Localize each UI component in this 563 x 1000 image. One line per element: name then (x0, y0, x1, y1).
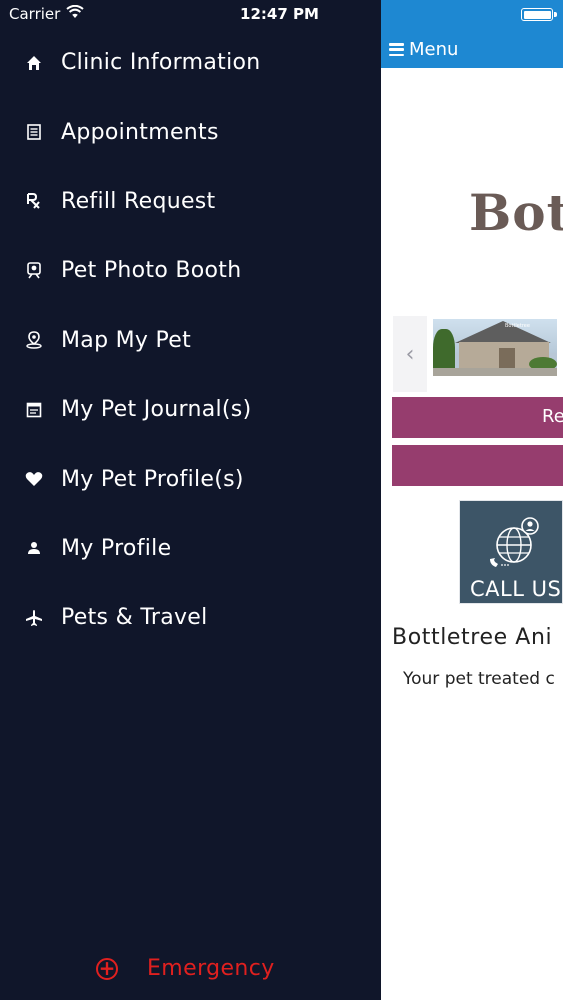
menu-item-clinic-information[interactable]: Clinic Information (0, 28, 381, 97)
menu-item-my-pet-profiles[interactable]: My Pet Profile(s) (0, 444, 381, 513)
globe-phone-icon (490, 517, 539, 567)
menu-item-map-my-pet[interactable]: Map My Pet (0, 306, 381, 375)
secondary-bar-button[interactable] (392, 445, 563, 486)
drawer-menu: Clinic Information Appointments Refill R… (0, 28, 381, 653)
menu-button[interactable]: Menu (389, 39, 458, 60)
menu-item-label: Clinic Information (61, 50, 261, 76)
menu-item-refill-request[interactable]: Refill Request (0, 167, 381, 236)
clinic-photo: Bottletree (433, 319, 557, 376)
hamburger-icon (389, 43, 404, 56)
call-us-tile[interactable]: CALL US (459, 500, 563, 604)
airplane-icon (24, 608, 44, 628)
journal-icon (24, 400, 44, 420)
clinic-name: Bottletree Ani (392, 625, 553, 650)
menu-item-label: Refill Request (61, 188, 216, 214)
camera-person-icon (24, 261, 44, 281)
menu-item-label: My Pet Profile(s) (61, 466, 244, 492)
menu-button-label: Menu (409, 39, 459, 60)
navigation-drawer: Clinic Information Appointments Refill R… (0, 0, 381, 1000)
menu-item-label: Appointments (61, 119, 219, 145)
emergency-label: Emergency (147, 956, 275, 981)
menu-item-label: My Profile (61, 535, 172, 561)
menu-item-label: Pet Photo Booth (61, 258, 242, 284)
menu-item-pets-travel[interactable]: Pets & Travel (0, 583, 381, 652)
carousel-prev-button[interactable]: ‹ (393, 316, 427, 392)
clinic-tagline: Your pet treated c (403, 669, 555, 689)
clinic-logo-text: Bot (469, 183, 563, 242)
emergency-button[interactable]: + Emergency (96, 956, 275, 981)
heart-icon (24, 469, 44, 489)
menu-item-label: Pets & Travel (61, 605, 208, 631)
map-pin-icon (24, 330, 44, 350)
battery-icon (521, 8, 557, 21)
request-bar-button[interactable]: Re (392, 397, 563, 438)
menu-item-my-pet-journals[interactable]: My Pet Journal(s) (0, 375, 381, 444)
home-icon (24, 53, 44, 73)
status-time: 12:47 PM (240, 5, 319, 23)
request-bar-label: Re (542, 406, 563, 427)
status-bar: Carrier 12:47 PM (0, 0, 563, 30)
calendar-list-icon (24, 122, 44, 142)
menu-item-label: Map My Pet (61, 327, 192, 353)
chevron-left-icon: ‹ (405, 341, 415, 367)
menu-item-label: My Pet Journal(s) (61, 397, 252, 423)
menu-item-pet-photo-booth[interactable]: Pet Photo Booth (0, 236, 381, 305)
rx-icon (24, 191, 44, 211)
menu-item-my-profile[interactable]: My Profile (0, 514, 381, 583)
clinic-photo-sign: Bottletree (505, 323, 530, 329)
plus-circle-icon: + (96, 957, 118, 980)
main-content: Menu Bot ‹ Bottletree Re CALL US Bottlet… (381, 0, 563, 1000)
call-us-label: CALL US (470, 577, 562, 601)
person-icon (24, 538, 44, 558)
menu-item-appointments[interactable]: Appointments (0, 97, 381, 166)
